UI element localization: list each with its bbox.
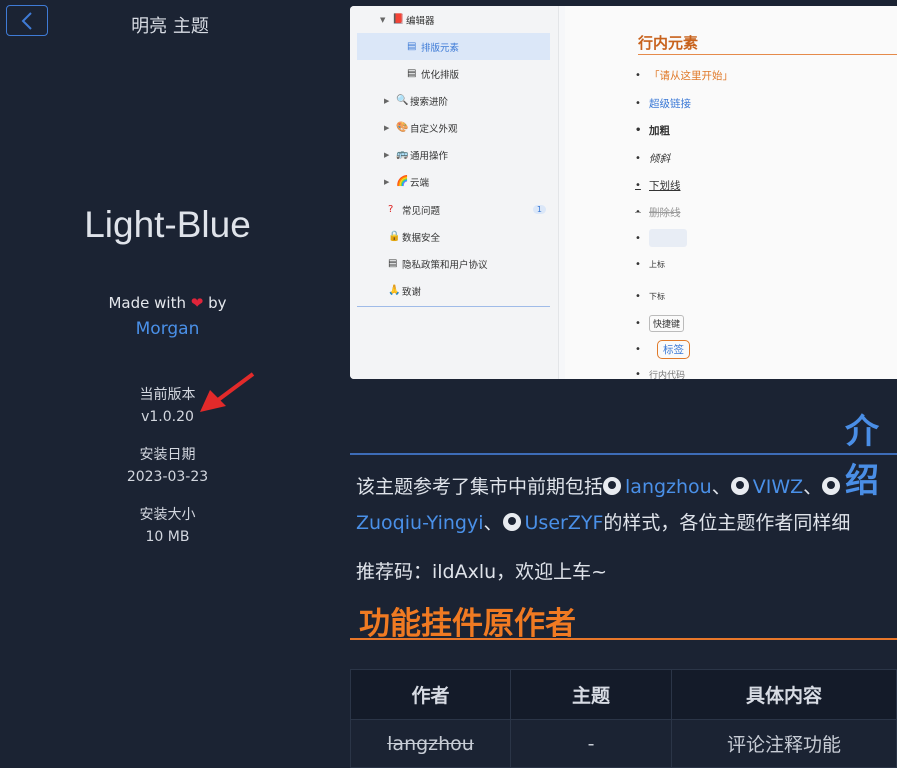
rainbow-icon: 🌈 bbox=[396, 176, 409, 187]
preview-list-item: • 「请从这里开始」 bbox=[635, 70, 733, 82]
doc-icon: ▤ bbox=[388, 258, 398, 269]
preview-sidebar-item: ▶ 🌈 云端 bbox=[384, 176, 430, 189]
doc-icon: ▤ bbox=[407, 41, 417, 52]
made-with-suffix: by bbox=[208, 294, 227, 312]
heart-icon: ❤ bbox=[190, 294, 204, 312]
version-label: 当前版本 bbox=[139, 387, 196, 403]
preview-list-item: • 加粗 bbox=[635, 125, 670, 137]
preview-list-item: • 快捷键 bbox=[635, 315, 685, 332]
preview-list-item: • 下标 bbox=[635, 291, 665, 302]
lock-icon: 🔒 bbox=[388, 231, 401, 242]
doc-icon: ▤ bbox=[407, 68, 417, 79]
github-icon bbox=[822, 477, 841, 495]
link-userzyf[interactable]: UserZYF bbox=[525, 512, 604, 534]
table-row: langzhou - 评论注释功能 bbox=[350, 719, 897, 768]
preview-sidebar-item: ▤ 隐私政策和用户协议 bbox=[388, 258, 488, 271]
github-icon bbox=[502, 513, 521, 531]
preview-sidebar-item: ? 常见问题 1 bbox=[388, 196, 546, 223]
editor-icon: 📕 bbox=[392, 14, 405, 25]
preview-list-item: • 超级链接 bbox=[635, 98, 691, 110]
preview-list-item: • 删除线 bbox=[635, 207, 681, 219]
search-icon: 🔍 bbox=[396, 95, 409, 106]
install-size-value: 10 MB bbox=[145, 529, 190, 545]
install-date-value: 2023-03-23 bbox=[126, 469, 209, 485]
preview-heading: 行内元素 bbox=[638, 34, 699, 52]
author-link[interactable]: Morgan bbox=[0, 319, 335, 339]
preview-list-item: • 行内代码 bbox=[635, 369, 686, 379]
install-date-label: 安装日期 bbox=[139, 447, 196, 463]
made-with-line: Made with ❤ by bbox=[0, 294, 335, 312]
preview-sidebar-item: 🙏 致谢 bbox=[388, 285, 422, 298]
preview-list-item: • bbox=[635, 229, 687, 247]
preview-list-item: • 下划线 bbox=[635, 180, 681, 192]
theme-info-panel: 明亮 主题 Light-Blue Made with ❤ by Morgan 当… bbox=[0, 0, 340, 752]
readme-panel: ▼ 📕 编辑器 ▤ 排版元素 ▤ 优化排版 ▶ 🔍 搜索进阶 ▶ 🎨 自定义外观 ▶ 🚌 通用操作 … bbox=[350, 0, 897, 768]
preview-sidebar-item: ▶ 🚌 通用操作 bbox=[384, 149, 449, 162]
github-icon bbox=[603, 477, 622, 495]
authors-table: 作者 主题 具体内容 langzhou - 评论注释功能 bbox=[350, 669, 897, 768]
palette-icon: 🎨 bbox=[396, 122, 409, 133]
table-cell: langzhou bbox=[350, 719, 511, 768]
section-heading: 功能挂件原作者 bbox=[359, 606, 576, 642]
bus-icon: 🚌 bbox=[396, 149, 409, 160]
intro-paragraph-2: Zuoqiu-Yingyi、 UserZYF的样式，各位主题作者同样细 bbox=[356, 512, 851, 534]
preview-list-item: • 上标 bbox=[635, 259, 665, 270]
theme-name: Light-Blue bbox=[84, 204, 251, 245]
badge: 1 bbox=[532, 205, 546, 214]
table-header-theme: 主题 bbox=[510, 669, 672, 720]
preview-content: 行内元素 • 「请从这里开始」 • 超级链接 • 加粗 • 倾斜 • 下划线 • 删除线 •… bbox=[565, 6, 897, 379]
preview-sidebar-item: ▤ 优化排版 bbox=[407, 68, 460, 81]
link-zuoqiu-yingyi[interactable]: Zuoqiu-Yingyi bbox=[356, 512, 484, 534]
preview-sidebar-item: ▤ 排版元素 bbox=[357, 33, 550, 60]
link-viwz[interactable]: VIWZ bbox=[753, 476, 803, 498]
pray-icon: 🙏 bbox=[388, 285, 401, 296]
preview-sidebar-item: 🔒 数据安全 bbox=[388, 231, 441, 244]
referral-code-text: 推荐码：ildAxlu，欢迎上车~ bbox=[356, 561, 608, 583]
preview-sidebar-item: ▼ 📕 编辑器 bbox=[380, 14, 435, 27]
arrow-annotation-icon bbox=[200, 372, 255, 412]
preview-list-item: • 倾斜 bbox=[635, 153, 670, 165]
theme-preview-image: ▼ 📕 编辑器 ▤ 排版元素 ▤ 优化排版 ▶ 🔍 搜索进阶 ▶ 🎨 自定义外观 ▶ 🚌 通用操作 … bbox=[350, 6, 897, 379]
table-header-author: 作者 bbox=[350, 669, 511, 720]
install-size-label: 安装大小 bbox=[139, 507, 196, 523]
preview-list-item: • 标签 bbox=[635, 340, 690, 359]
preview-sidebar-item: ▶ 🔍 搜索进阶 bbox=[384, 95, 449, 108]
table-header-content: 具体内容 bbox=[671, 669, 897, 720]
intro-paragraph-1: 该主题参考了集市中前期包括 langzhou、 VIWZ、 bbox=[356, 472, 844, 499]
page-title: 明亮 主题 bbox=[131, 16, 209, 37]
preview-sidebar: ▼ 📕 编辑器 ▤ 排版元素 ▤ 优化排版 ▶ 🔍 搜索进阶 ▶ 🎨 自定义外观 ▶ 🚌 通用操作 … bbox=[350, 6, 559, 379]
made-with-prefix: Made with bbox=[108, 294, 186, 312]
preview-sidebar-item: ▶ 🎨 自定义外观 bbox=[384, 122, 458, 135]
question-icon: ? bbox=[388, 204, 394, 215]
link-langzhou[interactable]: langzhou bbox=[625, 476, 712, 498]
version-value: v1.0.20 bbox=[141, 409, 194, 425]
table-cell: 评论注释功能 bbox=[671, 719, 897, 768]
table-cell: - bbox=[510, 719, 672, 768]
github-icon bbox=[730, 477, 749, 495]
